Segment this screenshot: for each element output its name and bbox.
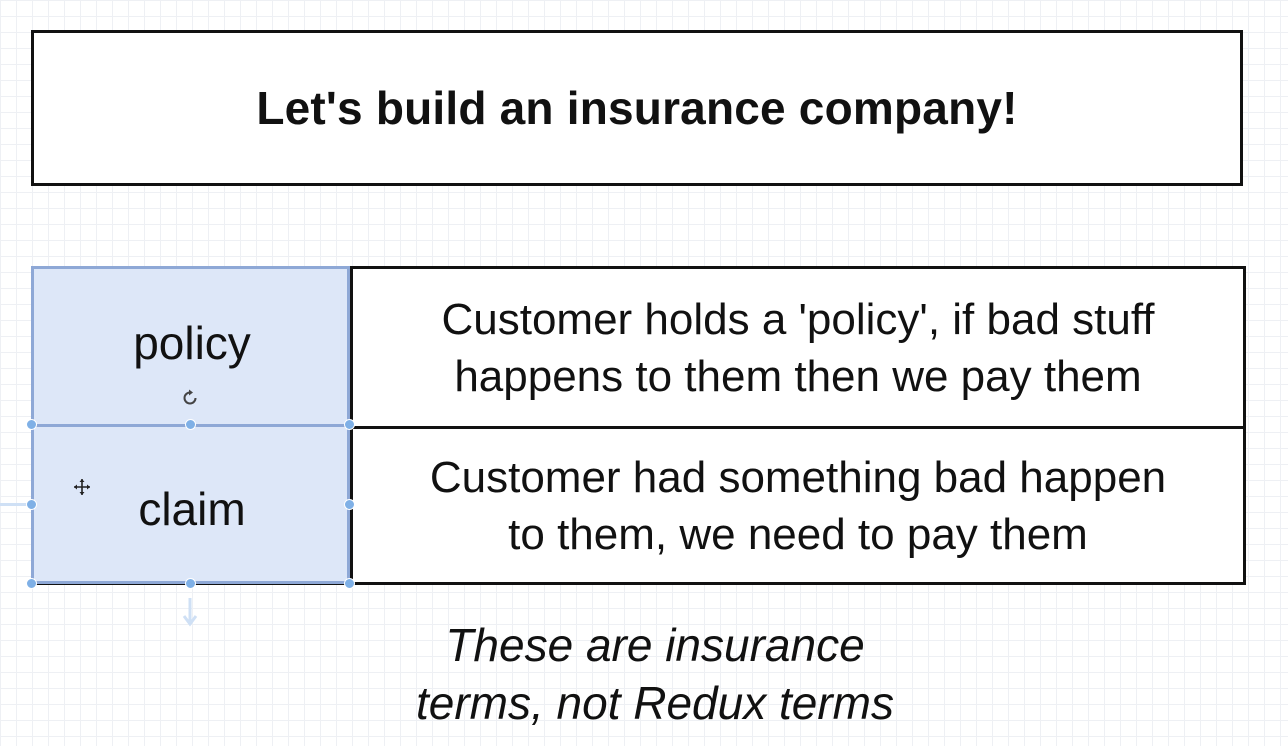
resize-handle-top-right[interactable] — [344, 419, 355, 430]
description-claim-line2: to them, we need to pay them — [508, 509, 1088, 559]
resize-handle-left[interactable] — [26, 499, 37, 510]
note-line2: terms, not Redux terms — [415, 677, 895, 729]
description-policy-line2: happens to them then we pay them — [454, 351, 1142, 401]
note-line1: These are insurance — [445, 619, 865, 671]
term-label-policy: policy — [133, 316, 251, 369]
term-cell-claim[interactable]: claim — [34, 426, 350, 582]
description-claim-line1: Customer had something bad happen — [429, 452, 1167, 502]
description-policy-line1: Customer holds a 'policy', if bad stuff — [441, 294, 1155, 344]
resize-handle-top[interactable] — [185, 419, 196, 430]
resize-handle-right[interactable] — [344, 499, 355, 510]
description-cell-claim[interactable]: Customer had something bad happen to the… — [353, 429, 1243, 582]
down-arrow-icon[interactable] — [182, 598, 198, 628]
rotate-icon[interactable] — [180, 388, 200, 408]
description-cell-policy[interactable]: Customer holds a 'policy', if bad stuff … — [353, 269, 1243, 426]
resize-handle-bottom-right[interactable] — [344, 578, 355, 589]
resize-handle-bottom-left[interactable] — [26, 578, 37, 589]
title-box[interactable]: Let's build an insurance company! — [31, 30, 1243, 186]
connector-line — [0, 503, 28, 506]
note-caption: These are insurance terms, not Redux ter… — [355, 616, 955, 732]
term-label-claim: claim — [138, 483, 246, 535]
title-text: Let's build an insurance company! — [256, 82, 1018, 134]
resize-handle-top-left[interactable] — [26, 419, 37, 430]
move-icon[interactable] — [73, 478, 91, 496]
resize-handle-bottom[interactable] — [185, 578, 196, 589]
